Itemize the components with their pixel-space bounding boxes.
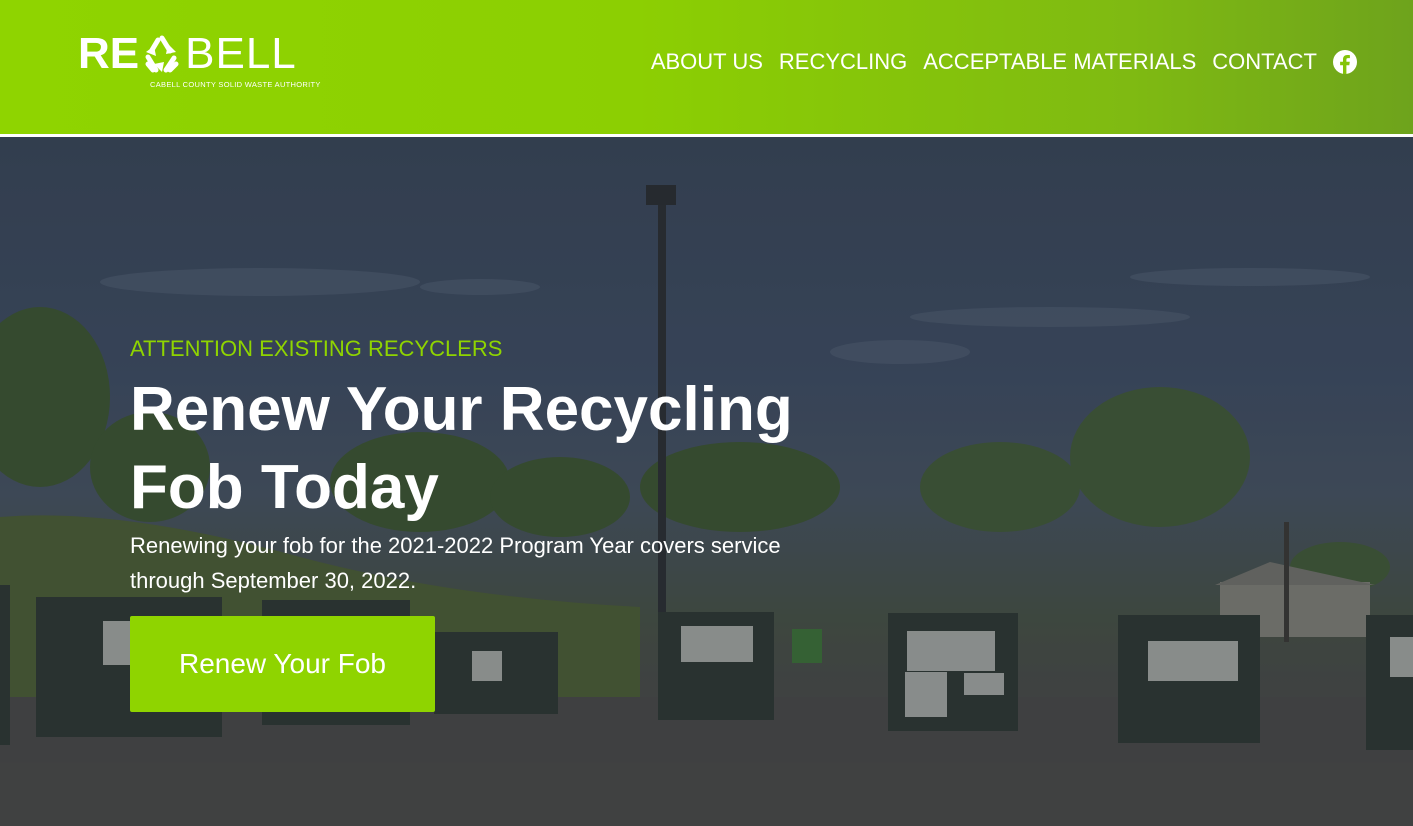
facebook-icon[interactable] [1333,50,1357,74]
logo[interactable]: RE BELL CABELL COUNTY SOLID WASTE AUTHOR… [78,30,330,92]
logo-text-bell: BELL [185,29,297,78]
logo-text-re: RE [78,29,140,78]
site-header: RE BELL CABELL COUNTY SOLID WASTE AUTHOR… [0,0,1413,134]
renew-fob-button[interactable]: Renew Your Fob [130,616,435,712]
hero-section: ATTENTION EXISTING RECYCLERS Renew Your … [0,137,1413,826]
hero-headline: Renew Your Recycling Fob Today [130,375,793,522]
hero-subtext: Renewing your fob for the 2021-2022 Prog… [130,533,781,593]
recycle-icon [145,35,179,73]
nav-contact[interactable]: CONTACT [1212,46,1317,78]
nav-acceptable-materials[interactable]: ACCEPTABLE MATERIALS [923,46,1196,78]
logo-wordmark: RE BELL [78,30,297,78]
nav-about-us[interactable]: ABOUT US [651,46,763,78]
main-nav: ABOUT US RECYCLING ACCEPTABLE MATERIALS … [651,46,1357,78]
hero-kicker: ATTENTION EXISTING RECYCLERS [130,336,503,361]
nav-recycling[interactable]: RECYCLING [779,46,907,78]
logo-tagline: CABELL COUNTY SOLID WASTE AUTHORITY [150,80,321,89]
